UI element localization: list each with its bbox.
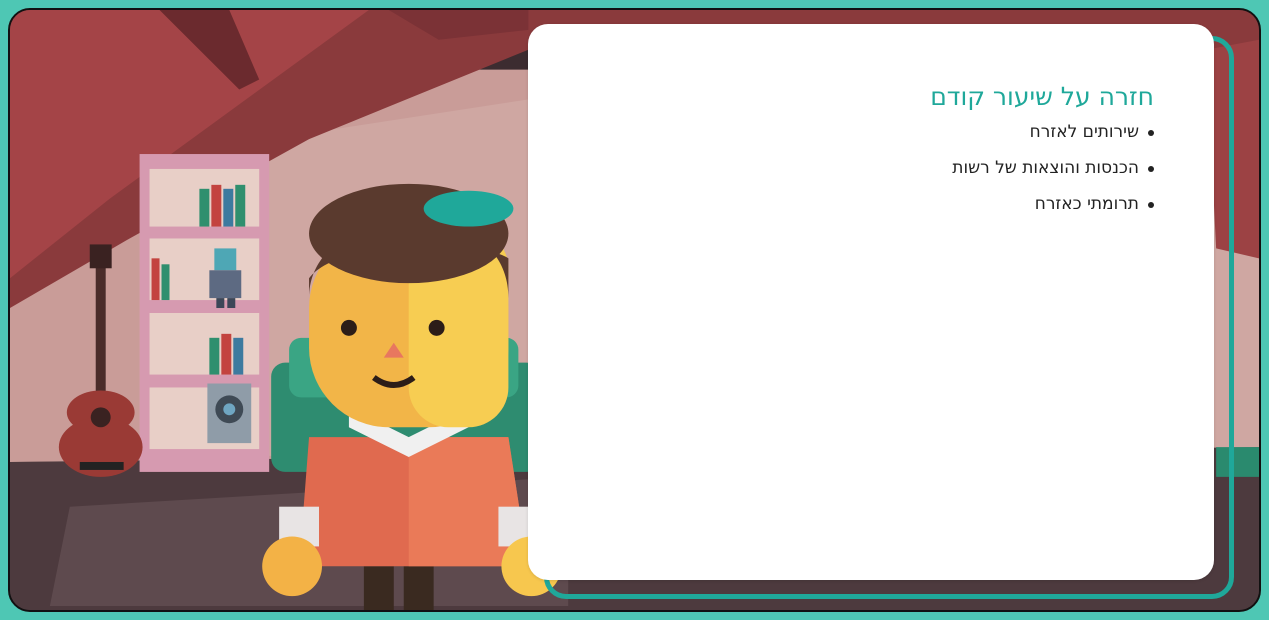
bullet-text: הכנסות והוצאות של רשות (952, 158, 1139, 178)
bullet-icon (1148, 201, 1154, 208)
bullet-list: שירותים לאזרח הכנסות והוצאות של רשות תרו… (952, 122, 1156, 230)
bullet-icon (1148, 165, 1154, 172)
speaker-icon (207, 383, 252, 444)
bullet-icon (1148, 129, 1154, 136)
list-item: שירותים לאזרח (952, 122, 1156, 143)
bullet-text: תרומתי כאזרח (1034, 194, 1139, 214)
list-item: תרומתי כאזרח (952, 194, 1156, 215)
card-title: חזרה על שיעור קודם (930, 82, 1154, 111)
bullet-text: שירותים לאזרח (1029, 122, 1139, 142)
lesson-card: חזרה על שיעור קודם שירותים לאזרח הכנסות … (528, 24, 1214, 580)
list-item: הכנסות והוצאות של רשות (952, 158, 1156, 179)
